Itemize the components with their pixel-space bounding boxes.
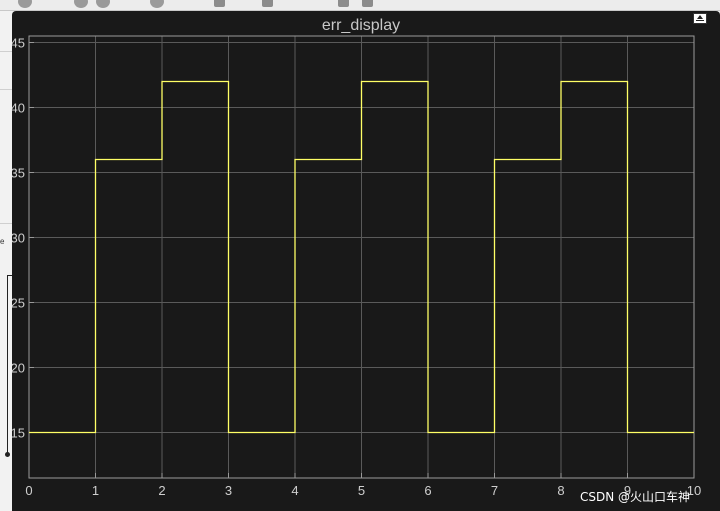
scope-plot-panel: err_display 0 1 2 3 4 5 6 7 8 9 10 15 20 25 30 35 40 45	[12, 11, 720, 511]
x-tick-label: 7	[491, 483, 498, 498]
x-tick-label: 0	[25, 483, 32, 498]
y-tick-label: 20	[12, 361, 25, 376]
toolbar-button-icon[interactable]	[96, 0, 110, 8]
toolbar-button-icon[interactable]	[74, 0, 88, 8]
signal-branch-point	[5, 452, 10, 457]
undock-button[interactable]	[693, 13, 707, 24]
y-tick-label: 15	[12, 426, 25, 441]
axis-ticks: 0 1 2 3 4 5 6 7 8 9 1015202530354045	[12, 36, 701, 499]
scope-toolbar-strip	[0, 0, 720, 11]
toolbar-button-icon[interactable]	[150, 0, 164, 8]
x-tick-label: 8	[557, 483, 564, 498]
x-tick-label: 2	[158, 483, 165, 498]
y-tick-label: 25	[12, 296, 25, 311]
toolbar-button-icon[interactable]	[362, 0, 373, 7]
x-tick-label: 3	[225, 483, 232, 498]
x-tick-label: 1	[92, 483, 99, 498]
x-tick-label: 5	[358, 483, 365, 498]
signal-line	[7, 275, 8, 455]
plot-title: err_display	[322, 17, 400, 34]
y-tick-label: 45	[12, 36, 25, 51]
x-tick-label: 4	[291, 483, 298, 498]
scope-plot[interactable]: err_display 0 1 2 3 4 5 6 7 8 9 1015202530354045	[12, 11, 720, 511]
y-tick-label: 40	[12, 101, 25, 116]
toolbar-button-icon[interactable]	[214, 0, 225, 7]
x-tick-label: 6	[424, 483, 431, 498]
model-canvas-edge: e	[0, 11, 12, 511]
toolbar-button-icon[interactable]	[338, 0, 349, 7]
block-port-label: e	[0, 237, 5, 246]
y-tick-label: 35	[12, 166, 25, 181]
y-tick-label: 30	[12, 231, 25, 246]
watermark-text: CSDN @火山口车神	[580, 490, 691, 504]
toolbar-button-icon[interactable]	[262, 0, 273, 7]
toolbar-button-icon[interactable]	[18, 0, 32, 8]
